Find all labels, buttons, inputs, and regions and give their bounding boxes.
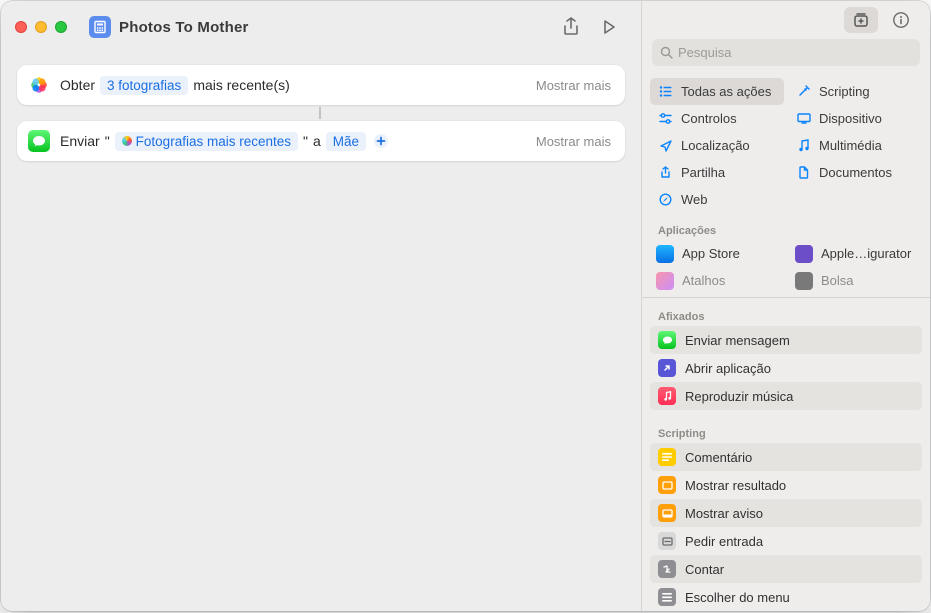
menu-icon (658, 588, 676, 606)
scripting-header: Scripting (642, 410, 930, 443)
shortcuts-icon (656, 272, 674, 290)
action-suffix: mais recente(s) (193, 77, 289, 93)
device-icon (796, 113, 811, 124)
category-label: Documentos (819, 165, 892, 180)
add-recipient-button[interactable] (371, 131, 391, 151)
apps-header: Aplicações (642, 215, 930, 240)
pinned-list: Enviar mensagem Abrir aplicação Reproduz… (642, 326, 930, 410)
share-button[interactable] (553, 13, 589, 41)
category-media[interactable]: Multimédia (788, 132, 922, 159)
category-web[interactable]: Web (650, 186, 784, 213)
script-choose-menu[interactable]: Escolher do menu (650, 583, 922, 611)
to-label: a (313, 133, 321, 149)
music-icon (658, 387, 676, 405)
category-label: Dispositivo (819, 111, 882, 126)
app-window: Photos To Mother (1, 1, 930, 611)
library-pane: Todas as ações Scripting Controlos Dispo… (641, 1, 930, 611)
messages-icon (658, 331, 676, 349)
category-all-actions[interactable]: Todas as ações (650, 78, 784, 105)
right-toolbar (642, 1, 930, 39)
category-label: Web (681, 192, 708, 207)
category-label: Controlos (681, 111, 737, 126)
apps-list: App Store Apple…igurator Atalhos Bolsa (642, 240, 930, 294)
result-icon (658, 476, 676, 494)
pin-play-music[interactable]: Reproduzir música (650, 382, 922, 410)
search-input[interactable] (678, 45, 912, 60)
app-appstore[interactable]: App Store (650, 240, 783, 267)
library-toggle-button[interactable] (844, 7, 878, 33)
safari-icon (658, 193, 673, 206)
script-ask-input[interactable]: Pedir entrada (650, 527, 922, 555)
input-icon (658, 532, 676, 550)
open-icon (658, 359, 676, 377)
configurator-icon (795, 245, 813, 263)
action-verb: Enviar (60, 133, 100, 149)
location-icon (658, 140, 673, 152)
minimize-button[interactable] (35, 21, 47, 33)
wand-icon (796, 85, 811, 98)
category-label: Localização (681, 138, 750, 153)
window-title[interactable]: Photos To Mother (119, 19, 249, 36)
count-icon (658, 560, 676, 578)
category-documents[interactable]: Documentos (788, 159, 922, 186)
category-label: Todas as ações (681, 84, 771, 99)
document-icon (796, 166, 811, 179)
photos-app-icon (28, 74, 50, 96)
pinned-header: Afixados (642, 301, 930, 326)
category-label: Scripting (819, 84, 870, 99)
scripting-list: Comentário Mostrar resultado Mostrar avi… (642, 443, 930, 611)
maximize-button[interactable] (55, 21, 67, 33)
pin-send-message[interactable]: Enviar mensagem (650, 326, 922, 354)
share-icon (658, 166, 673, 179)
run-button[interactable] (591, 13, 627, 41)
script-show-alert[interactable]: Mostrar aviso (650, 499, 922, 527)
close-button[interactable] (15, 21, 27, 33)
info-button[interactable] (884, 7, 918, 33)
titlebar: Photos To Mother (1, 1, 641, 53)
script-count[interactable]: Contar (650, 555, 922, 583)
category-sharing[interactable]: Partilha (650, 159, 784, 186)
slider-icon (658, 113, 673, 124)
category-label: Partilha (681, 165, 725, 180)
list-icon (658, 86, 673, 97)
category-grid: Todas as ações Scripting Controlos Dispo… (642, 74, 930, 215)
music-icon (796, 139, 811, 152)
category-device[interactable]: Dispositivo (788, 105, 922, 132)
script-show-result[interactable]: Mostrar resultado (650, 471, 922, 499)
magic-variable-pill[interactable]: Fotografias mais recentes (115, 132, 298, 151)
stocks-icon (795, 272, 813, 290)
app-shortcuts[interactable]: Atalhos (650, 267, 783, 294)
messages-app-icon (28, 130, 50, 152)
pin-open-app[interactable]: Abrir aplicação (650, 354, 922, 382)
script-comment[interactable]: Comentário (650, 443, 922, 471)
show-more-button[interactable]: Mostrar mais (536, 78, 611, 93)
photos-count-pill[interactable]: 3 fotografias (100, 76, 188, 95)
category-controls[interactable]: Controlos (650, 105, 784, 132)
category-location[interactable]: Localização (650, 132, 784, 159)
action-send-message[interactable]: Enviar " Fotografias mais recentes " a M… (17, 121, 625, 161)
quote: " (303, 133, 308, 149)
action-connector (17, 105, 625, 121)
app-stocks[interactable]: Bolsa (789, 267, 922, 294)
shortcut-app-icon (89, 16, 111, 38)
editor-pane: Photos To Mother (1, 1, 641, 611)
comment-icon (658, 448, 676, 466)
search-icon (660, 46, 673, 59)
app-configurator[interactable]: Apple…igurator (789, 240, 922, 267)
editor-canvas[interactable]: Obter 3 fotografias mais recente(s) Most… (1, 53, 641, 173)
action-get-photos[interactable]: Obter 3 fotografias mais recente(s) Most… (17, 65, 625, 105)
appstore-icon (656, 245, 674, 263)
show-more-button[interactable]: Mostrar mais (536, 134, 611, 149)
category-scripting[interactable]: Scripting (788, 78, 922, 105)
alert-icon (658, 504, 676, 522)
search-field[interactable] (652, 39, 920, 66)
traffic-lights (15, 21, 67, 33)
action-verb: Obter (60, 77, 95, 93)
category-label: Multimédia (819, 138, 882, 153)
quote: " (105, 133, 110, 149)
recipient-pill[interactable]: Mãe (326, 132, 366, 151)
